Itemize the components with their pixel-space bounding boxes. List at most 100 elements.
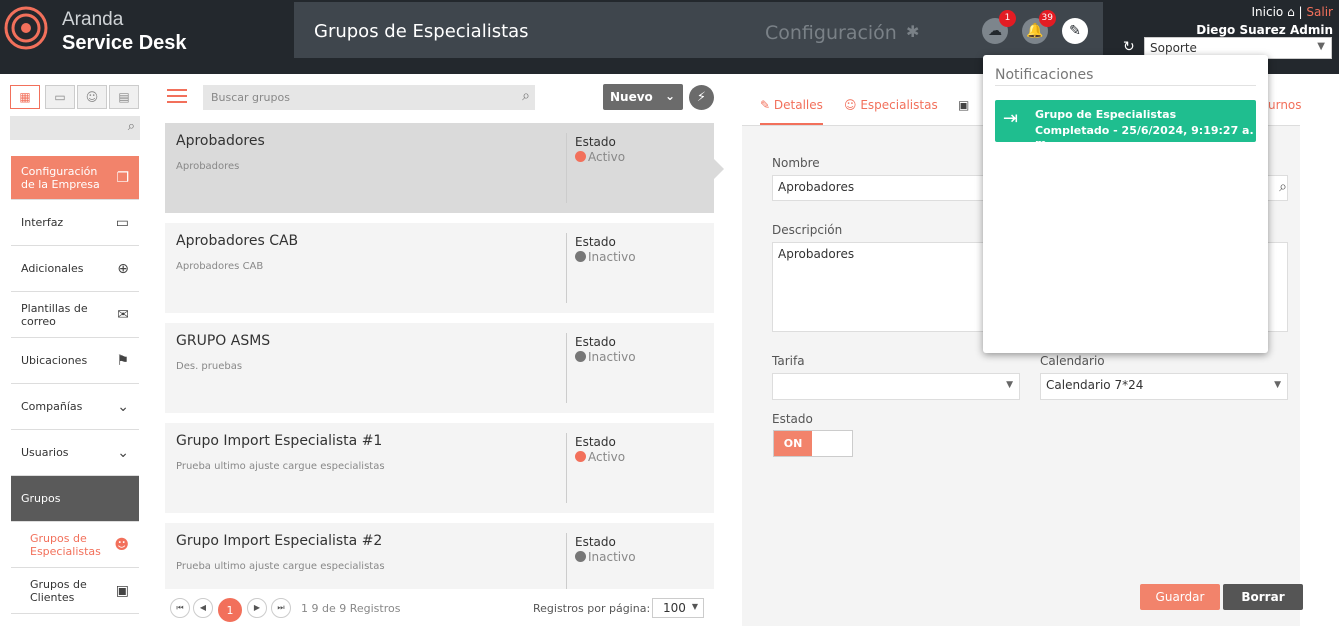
- tab-turnos[interactable]: urnos: [1268, 98, 1302, 112]
- sidebar-item-ubicaciones[interactable]: Ubicaciones ⚑: [11, 338, 139, 384]
- sidebar-item-label: Grupos: [21, 492, 61, 505]
- group-card[interactable]: Grupo Import Especialista #1 Prueba ulti…: [165, 423, 714, 513]
- sidebar-item-adicionales[interactable]: Adicionales ⊕: [11, 246, 139, 292]
- nuevo-button[interactable]: Nuevo ⌄: [603, 84, 683, 110]
- page-range: 1 9 de 9 Registros: [301, 602, 401, 615]
- sign-in-icon: ⇥: [1003, 108, 1019, 129]
- calendario-select[interactable]: Calendario 7*24 ▼: [1040, 373, 1288, 400]
- sidebar-item-grupos-clientes[interactable]: Grupos de Clientes ▣: [11, 568, 139, 614]
- report-icon[interactable]: ▤: [109, 85, 139, 109]
- notifications-dropdown: Notificaciones ⇥ Grupo de Especialistas …: [983, 55, 1268, 353]
- tarifa-select[interactable]: ▼: [772, 373, 1020, 400]
- delete-button[interactable]: Borrar: [1223, 584, 1303, 610]
- save-button[interactable]: Guardar: [1140, 584, 1220, 610]
- selection-arrow: [714, 159, 724, 179]
- next-page-icon[interactable]: ▶: [247, 598, 267, 618]
- per-page-value: 100: [663, 601, 686, 615]
- refresh-icon[interactable]: ↻: [1123, 39, 1135, 55]
- monitor-icon[interactable]: ▭: [45, 85, 75, 109]
- status-label: Estado: [575, 335, 616, 349]
- search-icon[interactable]: ⌕: [1279, 179, 1287, 195]
- notification-item[interactable]: ⇥ Grupo de Especialistas Completado - 25…: [995, 100, 1256, 150]
- sidebar-item-usuarios[interactable]: Usuarios ⌄: [11, 430, 139, 476]
- status-label: Estado: [575, 235, 616, 249]
- tab-label: Especialistas: [860, 98, 938, 112]
- chevron-down-icon: ▼: [691, 602, 698, 611]
- sidebar-item-interfaz[interactable]: Interfaz ▭: [11, 200, 139, 246]
- last-page-icon[interactable]: ⏭: [271, 598, 291, 618]
- group-desc: Prueba ultimo ajuste cargue especialista…: [176, 561, 385, 572]
- chevron-down-icon: ⌄: [117, 444, 129, 461]
- sidebar-search-input[interactable]: ⌕: [10, 116, 140, 140]
- magic-wand-icon[interactable]: ✎: [1062, 18, 1088, 44]
- search-placeholder: Buscar grupos: [211, 91, 290, 104]
- cloud-upload-icon[interactable]: ☁ 1: [982, 10, 1016, 44]
- user-badge-icon[interactable]: ☺: [77, 85, 107, 109]
- gear-icon[interactable]: ✱: [906, 22, 919, 41]
- group-name: Aprobadores: [176, 133, 265, 149]
- card-divider: [566, 133, 567, 203]
- group-search-input[interactable]: Buscar grupos ⌕: [203, 85, 535, 110]
- tab-especialistas[interactable]: ☺ Especialistas: [844, 98, 938, 112]
- plus-circle-icon: ⊕: [117, 260, 129, 277]
- group-desc: Aprobadores CAB: [176, 261, 264, 272]
- nombre-label: Nombre: [772, 156, 820, 170]
- estado-toggle[interactable]: ON: [773, 430, 853, 457]
- status-label: Estado: [575, 435, 616, 449]
- sidebar-item-grupos[interactable]: Grupos: [11, 476, 139, 522]
- card-divider: [566, 533, 567, 589]
- notification-detail: Completado - 25/6/2024, 9:19:27 a. m.: [1035, 124, 1254, 150]
- notification-badge: 39: [1038, 10, 1056, 27]
- contact-book-icon: ▣: [115, 582, 129, 599]
- per-page-select[interactable]: 100 ▼: [652, 598, 704, 618]
- specialist-icon: ☺: [844, 98, 857, 112]
- per-page-label: Registros por página:: [533, 602, 651, 615]
- sidebar-item-configuracion[interactable]: Configuración de la Empresa ❐: [11, 156, 139, 200]
- group-list: Aprobadores Aprobadores Estado Activo Ap…: [165, 123, 714, 589]
- status-value: Activo: [575, 450, 625, 464]
- calendario-value: Calendario 7*24: [1046, 378, 1144, 392]
- group-card[interactable]: GRUPO ASMS Des. pruebas Estado Inactivo: [165, 323, 714, 413]
- home-icon[interactable]: ⌂: [1287, 5, 1295, 19]
- brand-product: Service Desk: [62, 32, 187, 54]
- salir-link[interactable]: Salir: [1306, 5, 1333, 19]
- edit-icon: ✎: [760, 98, 771, 112]
- tab-detalles[interactable]: ✎ Detalles: [760, 98, 823, 125]
- sidebar-item-label: Grupos de Clientes: [30, 577, 87, 604]
- group-card[interactable]: Grupo Import Especialista #2 Prueba ulti…: [165, 523, 714, 589]
- status-text: Activo: [588, 450, 626, 464]
- plug-icon[interactable]: ⚡: [689, 85, 714, 110]
- chevron-down-icon: ▼: [1274, 380, 1281, 390]
- chevron-down-icon: ⌄: [117, 398, 129, 415]
- tab-briefcase[interactable]: ▣: [958, 98, 969, 112]
- first-page-icon[interactable]: ⏮: [170, 598, 190, 618]
- config-label[interactable]: Configuración: [765, 22, 897, 44]
- sidebar-item-grupos-especialistas[interactable]: Grupos de Especialistas ☻: [11, 522, 139, 568]
- hamburger-menu-icon[interactable]: [167, 89, 187, 103]
- search-icon[interactable]: ⌕: [128, 119, 135, 134]
- divider: [995, 85, 1256, 86]
- sidebar-item-plantillas[interactable]: Plantillas de correo ✉: [11, 292, 139, 338]
- upload-badge: 1: [999, 10, 1016, 27]
- bell-icon[interactable]: 🔔 39: [1022, 10, 1056, 44]
- status-dot-icon: [575, 151, 586, 162]
- sidebar-item-companias[interactable]: Compañías ⌄: [11, 384, 139, 430]
- briefcase-icon: ▣: [958, 98, 970, 112]
- status-value: Inactivo: [575, 550, 636, 564]
- nuevo-label: Nuevo: [610, 90, 653, 104]
- status-text: Inactivo: [588, 350, 636, 364]
- search-icon[interactable]: ⌕: [522, 88, 530, 104]
- tarifa-label: Tarifa: [772, 354, 805, 368]
- group-card[interactable]: Aprobadores CAB Aprobadores CAB Estado I…: [165, 223, 714, 313]
- prev-page-icon[interactable]: ◀: [193, 598, 213, 618]
- sidebar-item-label: Interfaz: [21, 216, 64, 229]
- status-value: Inactivo: [575, 350, 636, 364]
- inicio-link[interactable]: Inicio: [1252, 5, 1284, 19]
- descripcion-value: Aprobadores: [778, 247, 855, 261]
- group-card[interactable]: Aprobadores Aprobadores Estado Activo: [165, 123, 714, 213]
- group-name: GRUPO ASMS: [176, 333, 271, 349]
- chevron-down-icon: ▼: [1317, 41, 1325, 52]
- toggle-on-label: ON: [774, 431, 812, 456]
- current-page-button[interactable]: 1: [218, 598, 242, 622]
- grid-icon[interactable]: ▦: [10, 85, 40, 109]
